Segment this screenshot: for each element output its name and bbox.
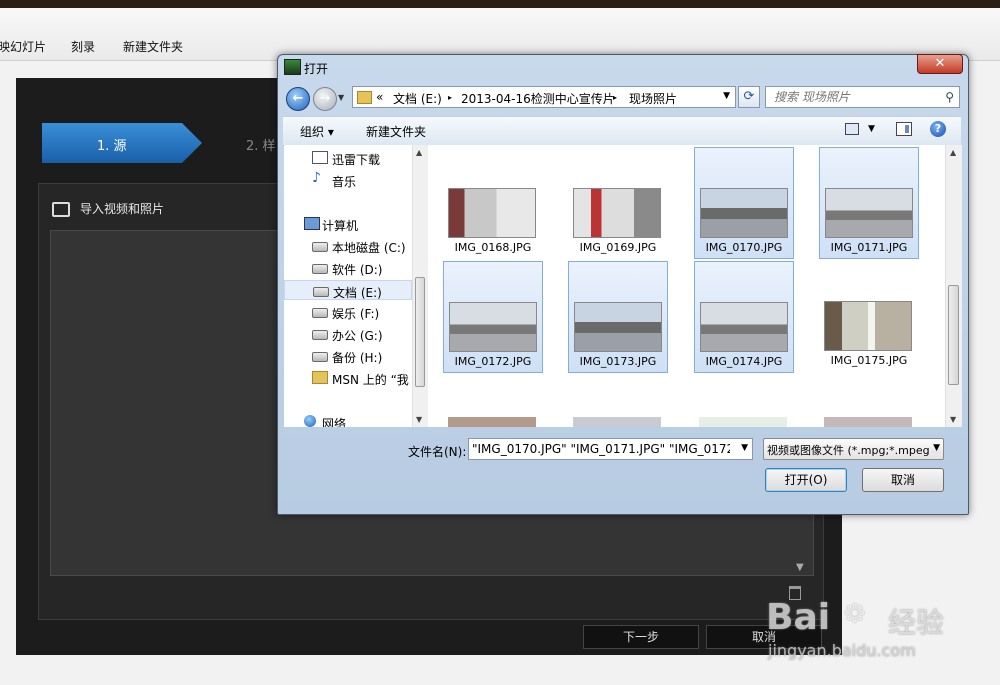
- file-tile[interactable]: IMG_0175.JPG: [819, 261, 919, 373]
- nav-scrollbar[interactable]: ▲ ▼: [412, 145, 428, 427]
- back-arrow-icon[interactable]: ←: [286, 87, 310, 111]
- drive-icon: [312, 242, 328, 252]
- step-style[interactable]: 2. 样: [246, 135, 276, 154]
- photo-thumbnail[interactable]: [824, 417, 912, 427]
- nav-item-network[interactable]: 网络: [284, 412, 412, 427]
- photo-thumbnail[interactable]: [448, 417, 536, 427]
- file-tile[interactable]: IMG_0169.JPG: [568, 148, 668, 260]
- nav-item-drive-h[interactable]: 备份 (H:): [284, 346, 412, 366]
- menu-slideshow[interactable]: 映幻灯片: [0, 38, 46, 55]
- preview-pane-icon[interactable]: [896, 122, 912, 136]
- next-button[interactable]: 下一步: [583, 625, 699, 649]
- app-icon: [284, 59, 301, 75]
- filename-input[interactable]: [472, 440, 730, 458]
- nav-item-drive-c[interactable]: 本地磁盘 (C:): [284, 236, 412, 256]
- nav-item-computer[interactable]: 计算机: [284, 214, 412, 234]
- file-tile-selected[interactable]: IMG_0170.JPG: [694, 147, 794, 259]
- file-list: IMG_0168.JPG IMG_0169.JPG IMG_0170.JPG I…: [428, 145, 945, 427]
- close-button[interactable]: ✕: [917, 54, 963, 74]
- breadcrumb-drive[interactable]: 文档 (E:): [393, 90, 442, 107]
- import-icon: [52, 202, 70, 217]
- file-tile-selected[interactable]: IMG_0172.JPG: [443, 261, 543, 373]
- drive-icon: [312, 264, 328, 274]
- photo-thumbnail: [824, 301, 912, 351]
- filetype-dropdown-icon[interactable]: ▼: [931, 443, 940, 453]
- drive-icon: [312, 308, 328, 318]
- search-box[interactable]: ⚲: [765, 86, 960, 108]
- drive-icon: [312, 352, 328, 362]
- file-tile-selected[interactable]: IMG_0171.JPG: [819, 147, 919, 259]
- file-scrollbar[interactable]: ▲ ▼: [945, 145, 962, 427]
- nav-item-drive-e[interactable]: 文档 (E:): [284, 280, 412, 300]
- import-media-button[interactable]: 导入视频和照片: [52, 200, 164, 220]
- download-icon: [312, 151, 328, 164]
- music-icon: ♪: [312, 170, 321, 186]
- open-button[interactable]: 打开(O): [765, 468, 847, 492]
- menu-burn[interactable]: 刻录: [71, 38, 95, 55]
- breadcrumb-separator[interactable]: ▸: [613, 93, 617, 102]
- baidu-watermark: Bai ❁ 经验 jingyan.baidu.com: [766, 597, 945, 660]
- filetype-select[interactable]: 视频或图像文件 (*.mpg;*.mpeg ▼: [763, 438, 944, 460]
- drive-icon: [313, 287, 329, 297]
- scroll-up-icon[interactable]: ▲: [950, 148, 956, 157]
- top-edge: [0, 0, 1000, 8]
- computer-icon: [304, 217, 320, 230]
- filename-label: 文件名(N):: [408, 445, 467, 459]
- nav-item-drive-d[interactable]: 软件 (D:): [284, 258, 412, 278]
- file-tile-selected[interactable]: IMG_0174.JPG: [694, 261, 794, 373]
- photo-thumbnail: [449, 302, 537, 352]
- nav-item-downloads[interactable]: 迅雷下载: [284, 148, 412, 168]
- navigation-pane: 迅雷下载 ♪ 音乐 计算机 本地磁盘 (C:) 软件 (D:) 文档 (E:) 娱…: [284, 145, 412, 427]
- nav-item-msn[interactable]: MSN 上的 “我: [284, 368, 412, 388]
- recent-pages-dropdown-icon[interactable]: ▼: [338, 93, 344, 102]
- address-bar[interactable]: « 文档 (E:) ▸ 2013-04-16检测中心宣传片 ▸ 现场照片 ▼: [352, 86, 736, 108]
- dialog-cancel-button[interactable]: 取消: [862, 468, 944, 492]
- breadcrumb-separator[interactable]: ▸: [448, 93, 452, 102]
- photo-thumbnail: [573, 188, 661, 238]
- photo-thumbnail: [700, 188, 788, 238]
- view-dropdown-icon[interactable]: ▼: [868, 124, 875, 134]
- scroll-down-arrow-icon[interactable]: ▼: [796, 562, 804, 573]
- breadcrumb-project-folder[interactable]: 2013-04-16检测中心宣传片: [461, 90, 615, 107]
- forward-arrow-icon[interactable]: →: [313, 87, 337, 111]
- search-icon[interactable]: ⚲: [945, 90, 954, 104]
- photo-thumbnail: [448, 188, 536, 238]
- nav-scroll-thumb[interactable]: [415, 277, 425, 387]
- photo-thumbnail: [574, 302, 662, 352]
- dialog-title: 打开: [304, 62, 329, 76]
- file-scroll-thumb[interactable]: [948, 285, 959, 385]
- help-icon[interactable]: ?: [930, 121, 946, 137]
- folder-icon: [312, 371, 328, 384]
- new-folder-button[interactable]: 新建文件夹: [366, 123, 426, 140]
- scroll-up-icon[interactable]: ▲: [416, 148, 422, 157]
- paw-icon: ❁: [843, 597, 867, 630]
- photo-thumbnail[interactable]: [699, 417, 787, 427]
- file-tile-selected[interactable]: IMG_0173.JPG: [568, 261, 668, 373]
- scroll-down-icon[interactable]: ▼: [950, 415, 956, 424]
- nav-item-drive-f[interactable]: 娱乐 (F:): [284, 302, 412, 322]
- photo-thumbnail[interactable]: [573, 417, 661, 427]
- step-source[interactable]: 1. 源: [42, 123, 202, 163]
- file-tile[interactable]: IMG_0168.JPG: [443, 148, 543, 260]
- scroll-down-icon[interactable]: ▼: [416, 415, 422, 424]
- address-dropdown-icon[interactable]: ▼: [723, 91, 730, 101]
- search-input[interactable]: [774, 88, 934, 106]
- photo-thumbnail: [700, 302, 788, 352]
- photo-thumbnail: [825, 188, 913, 238]
- step-bar: 1. 源 2. 样: [42, 123, 282, 163]
- nav-item-music[interactable]: ♪ 音乐: [284, 170, 412, 190]
- breadcrumb-current-folder[interactable]: 现场照片: [629, 90, 677, 107]
- nav-item-drive-g[interactable]: 办公 (G:): [284, 324, 412, 344]
- filename-dropdown-icon[interactable]: ▼: [741, 443, 748, 453]
- network-icon: [304, 415, 316, 427]
- breadcrumb-overflow[interactable]: «: [376, 90, 383, 104]
- refresh-icon[interactable]: ⟳: [738, 86, 760, 108]
- organize-button[interactable]: 组织 ▾: [300, 123, 334, 140]
- drive-icon: [312, 330, 328, 340]
- filename-field[interactable]: ▼: [468, 438, 753, 460]
- menu-new-folder[interactable]: 新建文件夹: [123, 38, 183, 55]
- folder-icon: [357, 91, 372, 104]
- view-options-icon[interactable]: [845, 123, 859, 135]
